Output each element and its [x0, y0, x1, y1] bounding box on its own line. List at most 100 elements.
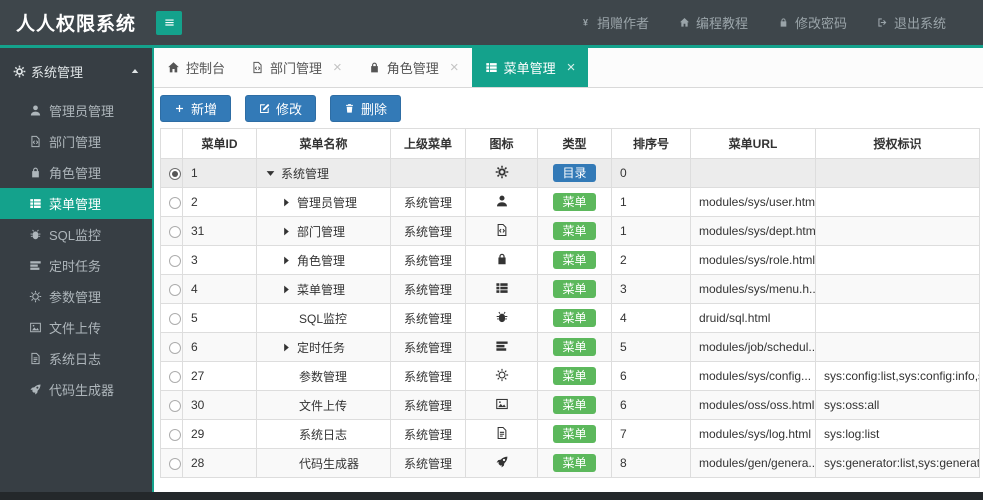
table-row[interactable]: 29 系统日志 系统管理 菜单 7 modules/sys/log.html s… [160, 419, 980, 449]
menu-id-cell: 2 [182, 187, 257, 217]
tab-menu-management[interactable]: 菜单管理 × [471, 48, 589, 87]
caret-right-icon[interactable] [281, 197, 292, 208]
delete-button[interactable]: 删除 [330, 95, 402, 122]
menu-name-cell: 代码生成器 [256, 448, 391, 478]
sidebar-item-parameter-management[interactable]: 参数管理 [0, 281, 152, 312]
parent-menu-cell [390, 158, 466, 188]
table-row[interactable]: 6 定时任务 系统管理 菜单 5 modules/job/schedul... [160, 332, 980, 362]
table-row[interactable]: 28 代码生成器 系统管理 菜单 8 modules/gen/genera...… [160, 448, 980, 478]
add-button[interactable]: 新增 [160, 95, 232, 122]
gear-icon [13, 65, 26, 78]
sidebar-group-system-management[interactable]: 系统管理 [0, 56, 152, 86]
lock-icon [778, 17, 789, 28]
sidebar-group-label: 系统管理 [31, 64, 84, 80]
sidebar-item-admin-management[interactable]: 管理员管理 [0, 95, 152, 126]
navbar-item-logout[interactable]: 退出系统 [862, 0, 961, 45]
edit-button[interactable]: 修改 [245, 95, 317, 122]
table-row[interactable]: 2 管理员管理 系统管理 菜单 1 modules/sys/user.html [160, 187, 980, 217]
select-column-header [160, 128, 183, 159]
navbar-item-label: 编程教程 [695, 16, 748, 31]
sidebar-item-department-management[interactable]: 部门管理 [0, 126, 152, 157]
perms-cell [815, 303, 980, 333]
menu-type-cell: 菜单 [537, 332, 612, 362]
sort-cell: 8 [611, 448, 691, 478]
tab-department-management[interactable]: 部门管理 × [238, 48, 355, 87]
row-radio[interactable] [169, 457, 181, 470]
row-radio[interactable] [169, 370, 181, 383]
sidebar-item-sql-monitor[interactable]: SQL监控 [0, 219, 152, 250]
navbar-right: ¥ 捐赠作者 编程教程 修改密码 退出系统 [565, 0, 983, 45]
main-content: 控制台 部门管理 × 角色管理 × 菜单管理 × 新增 修改 删除 菜单ID 菜… [152, 48, 983, 492]
column-header: 图标 [465, 128, 538, 159]
sidebar-item-file-upload[interactable]: 文件上传 [0, 312, 152, 343]
type-badge: 菜单 [553, 425, 596, 443]
row-radio[interactable] [169, 196, 181, 209]
row-radio[interactable] [169, 341, 181, 354]
menu-table: 菜单ID 菜单名称 上级菜单 图标 类型 排序号 菜单URL 授权标识 1 系统管理 目录 0… [160, 128, 980, 478]
row-radio[interactable] [169, 283, 181, 296]
home-icon [167, 61, 180, 74]
menu-type-cell: 目录 [537, 158, 612, 188]
row-radio[interactable] [169, 254, 181, 267]
table-row[interactable]: 4 菜单管理 系统管理 菜单 3 modules/sys/menu.h... [160, 274, 980, 304]
table-row[interactable]: 31 部门管理 系统管理 菜单 1 modules/sys/dept.html [160, 216, 980, 246]
gear-icon [495, 165, 509, 179]
navbar-item-coding-tutorial[interactable]: 编程教程 [664, 0, 763, 45]
file-code-icon [251, 61, 264, 74]
sidebar-item-role-management[interactable]: 角色管理 [0, 157, 152, 188]
row-radio[interactable] [169, 399, 181, 412]
close-icon[interactable]: × [333, 60, 342, 75]
sidebar-item-code-generator[interactable]: 代码生成器 [0, 374, 152, 405]
sidebar-item-label: 代码生成器 [49, 383, 115, 398]
caret-right-icon[interactable] [281, 284, 292, 295]
sidebar-item-menu-management[interactable]: 菜单管理 [0, 188, 152, 219]
table-row[interactable]: 1 系统管理 目录 0 [160, 158, 980, 188]
sidebar-toggle-button[interactable] [156, 10, 183, 35]
yen-icon: ¥ [580, 17, 591, 28]
sidebar-item-label: 管理员管理 [49, 104, 115, 119]
tab-role-management[interactable]: 角色管理 × [355, 48, 472, 87]
delete-button-label: 删除 [361, 102, 388, 117]
sidebar-item-system-log[interactable]: 系统日志 [0, 343, 152, 374]
caret-right-icon[interactable] [281, 255, 292, 266]
tab-console[interactable]: 控制台 [154, 48, 238, 87]
menu-icon-cell [465, 361, 538, 391]
menu-icon-cell [465, 274, 538, 304]
tasks-icon [495, 339, 509, 353]
app-title: 人人权限系统 [16, 14, 137, 35]
menu-id-cell: 5 [182, 303, 257, 333]
menu-url-cell: druid/sql.html [690, 303, 816, 333]
close-icon[interactable]: × [567, 60, 576, 75]
type-badge: 菜单 [553, 251, 596, 269]
navbar-item-label: 捐赠作者 [596, 16, 649, 31]
parent-menu-cell: 系统管理 [390, 361, 466, 391]
image-icon [29, 321, 42, 334]
perms-cell: sys:config:list,sys:config:info,sy... [815, 361, 980, 391]
table-row[interactable]: 5 SQL监控 系统管理 菜单 4 druid/sql.html [160, 303, 980, 333]
navbar-item-donate-author[interactable]: ¥ 捐赠作者 [565, 0, 664, 45]
gear-o-icon [495, 368, 509, 382]
user-icon [495, 194, 509, 208]
user-icon [29, 104, 42, 117]
caret-down-icon[interactable] [265, 168, 276, 179]
parent-menu-cell: 系统管理 [390, 448, 466, 478]
row-radio[interactable] [169, 225, 181, 238]
sidebar-item-label: 系统日志 [49, 352, 102, 367]
row-radio[interactable] [169, 167, 181, 180]
caret-right-icon[interactable] [281, 342, 292, 353]
menu-name-cell: 定时任务 [256, 332, 391, 362]
column-header: 授权标识 [815, 128, 980, 159]
table-row[interactable]: 3 角色管理 系统管理 菜单 2 modules/sys/role.html [160, 245, 980, 275]
sidebar-item-scheduled-tasks[interactable]: 定时任务 [0, 250, 152, 281]
caret-right-icon[interactable] [281, 226, 292, 237]
type-badge: 菜单 [553, 222, 596, 240]
sort-cell: 0 [611, 158, 691, 188]
table-row[interactable]: 27 参数管理 系统管理 菜单 6 modules/sys/config... … [160, 361, 980, 391]
navbar-item-change-password[interactable]: 修改密码 [763, 0, 862, 45]
close-icon[interactable]: × [450, 60, 459, 75]
sort-cell: 6 [611, 361, 691, 391]
table-row[interactable]: 30 文件上传 系统管理 菜单 6 modules/oss/oss.html s… [160, 390, 980, 420]
menu-id-cell: 28 [182, 448, 257, 478]
row-radio[interactable] [169, 428, 181, 441]
row-radio[interactable] [169, 312, 181, 325]
